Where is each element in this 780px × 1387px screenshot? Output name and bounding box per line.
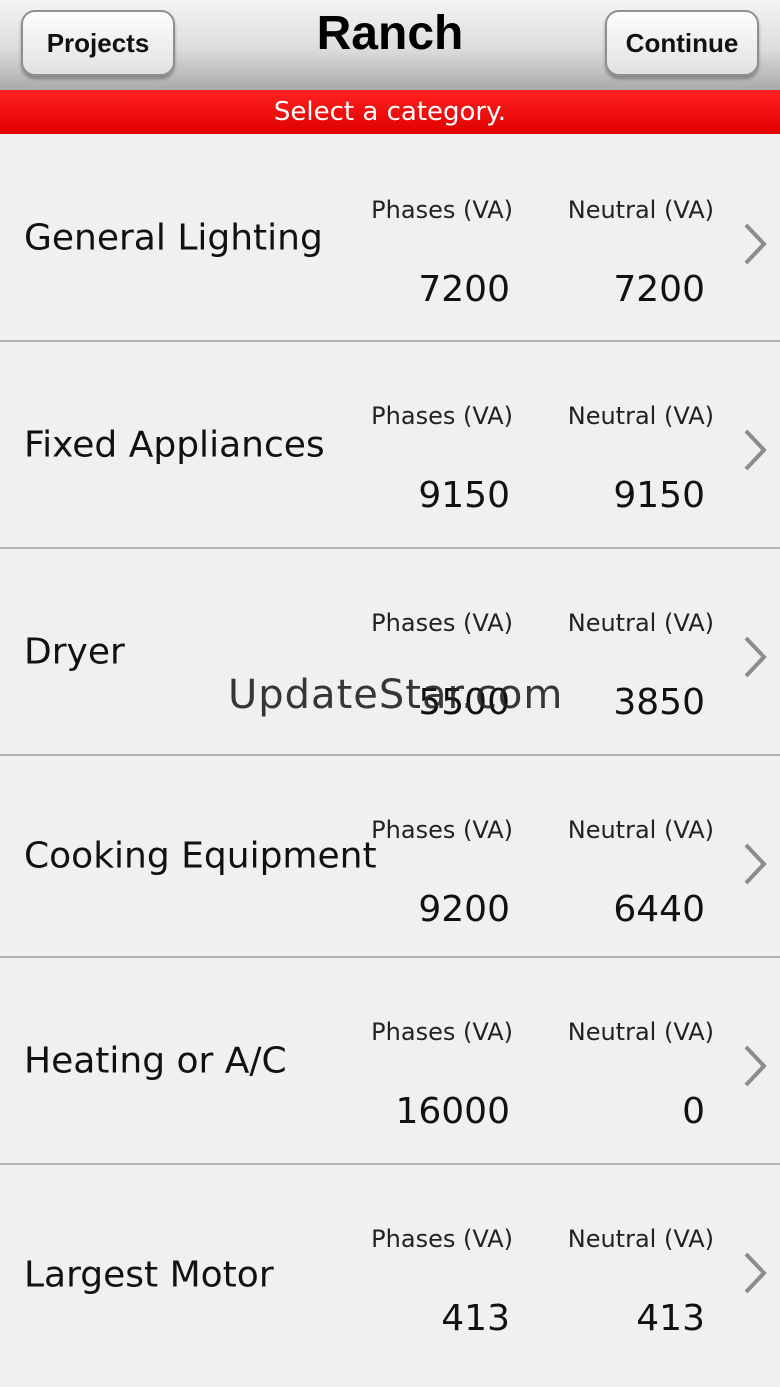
chevron-right-icon [744,1252,767,1294]
phases-value: 9150 [418,475,510,516]
neutral-label: Neutral (VA) [567,816,714,844]
phases-label: Phases (VA) [371,1018,513,1046]
category-row-cooking-equipment[interactable]: Cooking Equipment Phases (VA) Neutral (V… [0,756,780,958]
category-row-heating-ac[interactable]: Heating or A/C Phases (VA) Neutral (VA) … [0,958,780,1165]
category-name: General Lighting [24,217,323,259]
phases-label: Phases (VA) [371,609,513,637]
neutral-label: Neutral (VA) [567,1225,714,1253]
navigation-bar: Projects Ranch Continue [0,0,780,90]
neutral-value: 413 [636,1298,705,1339]
phases-value: 16000 [395,1091,510,1132]
neutral-value: 9150 [613,475,705,516]
phases-label: Phases (VA) [371,196,513,224]
neutral-label: Neutral (VA) [567,609,714,637]
neutral-label: Neutral (VA) [567,1018,714,1046]
phases-value: 9200 [418,889,510,930]
chevron-right-icon [744,223,767,265]
category-row-general-lighting[interactable]: General Lighting Phases (VA) Neutral (VA… [0,136,780,342]
instruction-banner: Select a category. [0,90,780,134]
category-name: Fixed Appliances [24,424,325,465]
phases-value: 413 [441,1298,510,1339]
phases-value: 7200 [418,269,510,310]
neutral-value: 0 [682,1091,705,1132]
phases-label: Phases (VA) [371,816,513,844]
category-row-fixed-appliances[interactable]: Fixed Appliances Phases (VA) Neutral (VA… [0,342,780,549]
watermark: UpdateStar.com [228,672,564,718]
continue-button[interactable]: Continue [605,10,759,76]
chevron-right-icon [744,636,767,678]
category-name: Largest Motor [24,1254,274,1296]
category-name: Cooking Equipment [24,835,377,877]
chevron-right-icon [744,429,767,471]
chevron-right-icon [744,1045,767,1087]
phases-label: Phases (VA) [371,402,513,430]
neutral-label: Neutral (VA) [567,402,714,430]
category-row-largest-motor[interactable]: Largest Motor Phases (VA) Neutral (VA) 4… [0,1165,780,1385]
category-row-dryer[interactable]: Dryer Phases (VA) Neutral (VA) 5500 3850 [0,549,780,756]
chevron-right-icon [744,843,767,885]
neutral-value: 6440 [613,889,705,930]
category-list: General Lighting Phases (VA) Neutral (VA… [0,136,780,1385]
neutral-value: 7200 [613,269,705,310]
neutral-value: 3850 [613,682,705,723]
category-name: Dryer [24,631,125,672]
neutral-label: Neutral (VA) [567,196,714,224]
category-name: Heating or A/C [24,1040,287,1081]
phases-label: Phases (VA) [371,1225,513,1253]
